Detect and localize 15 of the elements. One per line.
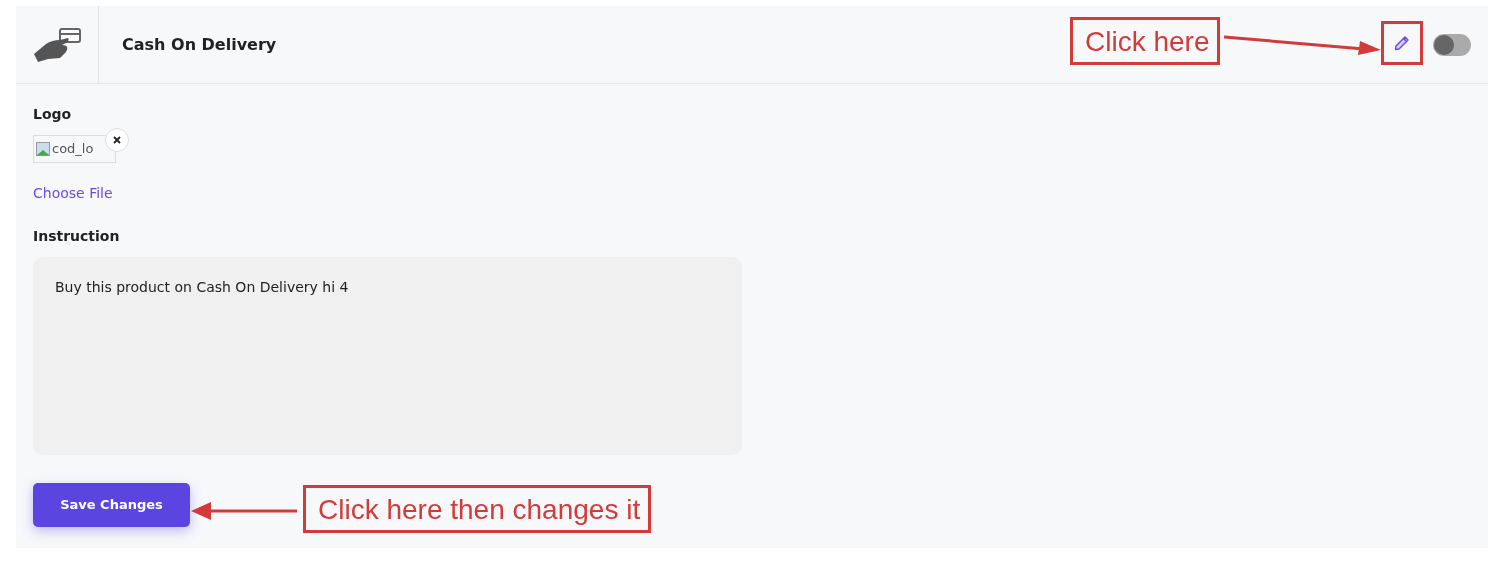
close-icon [113,136,121,144]
callout-label: Click here then changes it [303,485,652,533]
callout-label: Click here [1070,17,1221,65]
remove-button[interactable] [105,128,129,152]
edit-icon[interactable] [1394,35,1410,51]
toggle-switch[interactable] [1433,33,1471,56]
field-label: Logo [33,105,73,124]
choose-file-link[interactable]: Choose File [33,183,113,204]
section-title: Cash On Delivery [122,33,277,56]
save-button[interactable]: Save Changes [33,483,190,527]
instruction-field[interactable]: Buy this product on Cash On Delivery hi 4 [33,257,742,455]
field-label: Instruction [33,227,121,246]
image-alt-text: cod_lo [52,140,94,159]
broken-image-icon [36,142,50,156]
hand-card-icon [32,27,82,62]
